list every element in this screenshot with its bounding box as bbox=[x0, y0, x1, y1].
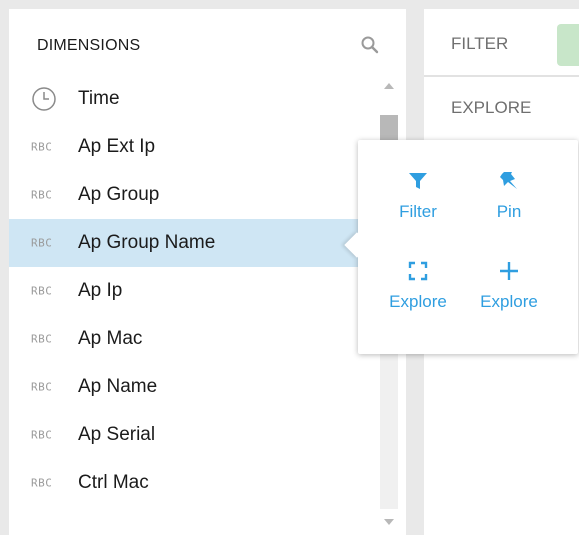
string-type-icon: RBC bbox=[31, 284, 53, 298]
search-icon[interactable] bbox=[360, 35, 380, 55]
dimension-label: Ap Ip bbox=[78, 280, 123, 301]
dimension-label: Ap Mac bbox=[78, 328, 143, 349]
scroll-up-arrow-icon[interactable] bbox=[384, 83, 394, 89]
dimension-item-ctrl-mac[interactable]: RBC Ctrl Mac bbox=[9, 459, 377, 507]
action-label: Filter bbox=[399, 202, 437, 221]
filter-chip[interactable] bbox=[557, 24, 579, 66]
string-type-icon: RBC bbox=[31, 140, 53, 154]
string-type-icon: RBC bbox=[31, 188, 53, 202]
string-type-icon: RBC bbox=[31, 476, 53, 490]
dimension-label: Ap Group Name bbox=[78, 232, 216, 253]
dimension-label: Ap Group bbox=[78, 184, 160, 205]
dimension-item-ap-group-name[interactable]: RBC Ap Group Name bbox=[9, 219, 377, 267]
dimension-item-ap-mac[interactable]: RBC Ap Mac bbox=[9, 315, 377, 363]
pin-action-button[interactable]: Pin bbox=[464, 170, 554, 222]
clock-icon bbox=[32, 87, 56, 111]
string-type-icon: RBC bbox=[31, 236, 53, 250]
action-label: Pin bbox=[496, 202, 522, 221]
fullscreen-icon bbox=[408, 261, 428, 281]
pin-icon bbox=[500, 172, 517, 189]
action-label: Explore bbox=[480, 292, 538, 311]
plus-icon bbox=[500, 262, 518, 280]
string-type-icon: RBC bbox=[31, 332, 53, 346]
string-type-icon: RBC bbox=[31, 380, 53, 394]
dimension-actions-popover: Filter Pin Explore Explore bbox=[344, 140, 578, 354]
dimension-list: Time RBC Ap Ext Ip RBC Ap Group RBC Ap G… bbox=[9, 75, 377, 507]
explore-fullscreen-action-button[interactable]: Explore bbox=[373, 260, 463, 312]
explore-section-label: EXPLORE bbox=[451, 98, 532, 117]
dimension-label: Ctrl Mac bbox=[78, 472, 149, 493]
dimension-item-time[interactable]: Time bbox=[9, 75, 377, 123]
filter-icon bbox=[409, 173, 427, 189]
action-label: Explore bbox=[389, 292, 447, 311]
string-type-icon: RBC bbox=[31, 428, 53, 442]
filter-action-button[interactable]: Filter bbox=[373, 170, 463, 222]
dimension-item-ap-ext-ip[interactable]: RBC Ap Ext Ip bbox=[9, 123, 377, 171]
dimension-label: Time bbox=[78, 88, 120, 109]
dimension-item-ap-name[interactable]: RBC Ap Name bbox=[9, 363, 377, 411]
filter-section-label: FILTER bbox=[451, 34, 509, 53]
section-divider bbox=[424, 75, 579, 77]
explore-add-action-button[interactable]: Explore bbox=[464, 260, 554, 312]
dimension-label: Ap Ext Ip bbox=[78, 136, 156, 157]
scroll-down-arrow-icon[interactable] bbox=[384, 519, 394, 525]
dimension-label: Ap Name bbox=[78, 376, 158, 397]
dimension-label: Ap Serial bbox=[78, 424, 156, 445]
dimension-item-ap-group[interactable]: RBC Ap Group bbox=[9, 171, 377, 219]
dimension-item-ap-serial[interactable]: RBC Ap Serial bbox=[9, 411, 377, 459]
dimensions-panel: DIMENSIONS Time RBC Ap Ext Ip RBC Ap Gro… bbox=[9, 9, 406, 535]
dimension-item-ap-ip[interactable]: RBC Ap Ip bbox=[9, 267, 377, 315]
dimensions-title: DIMENSIONS bbox=[37, 37, 141, 54]
